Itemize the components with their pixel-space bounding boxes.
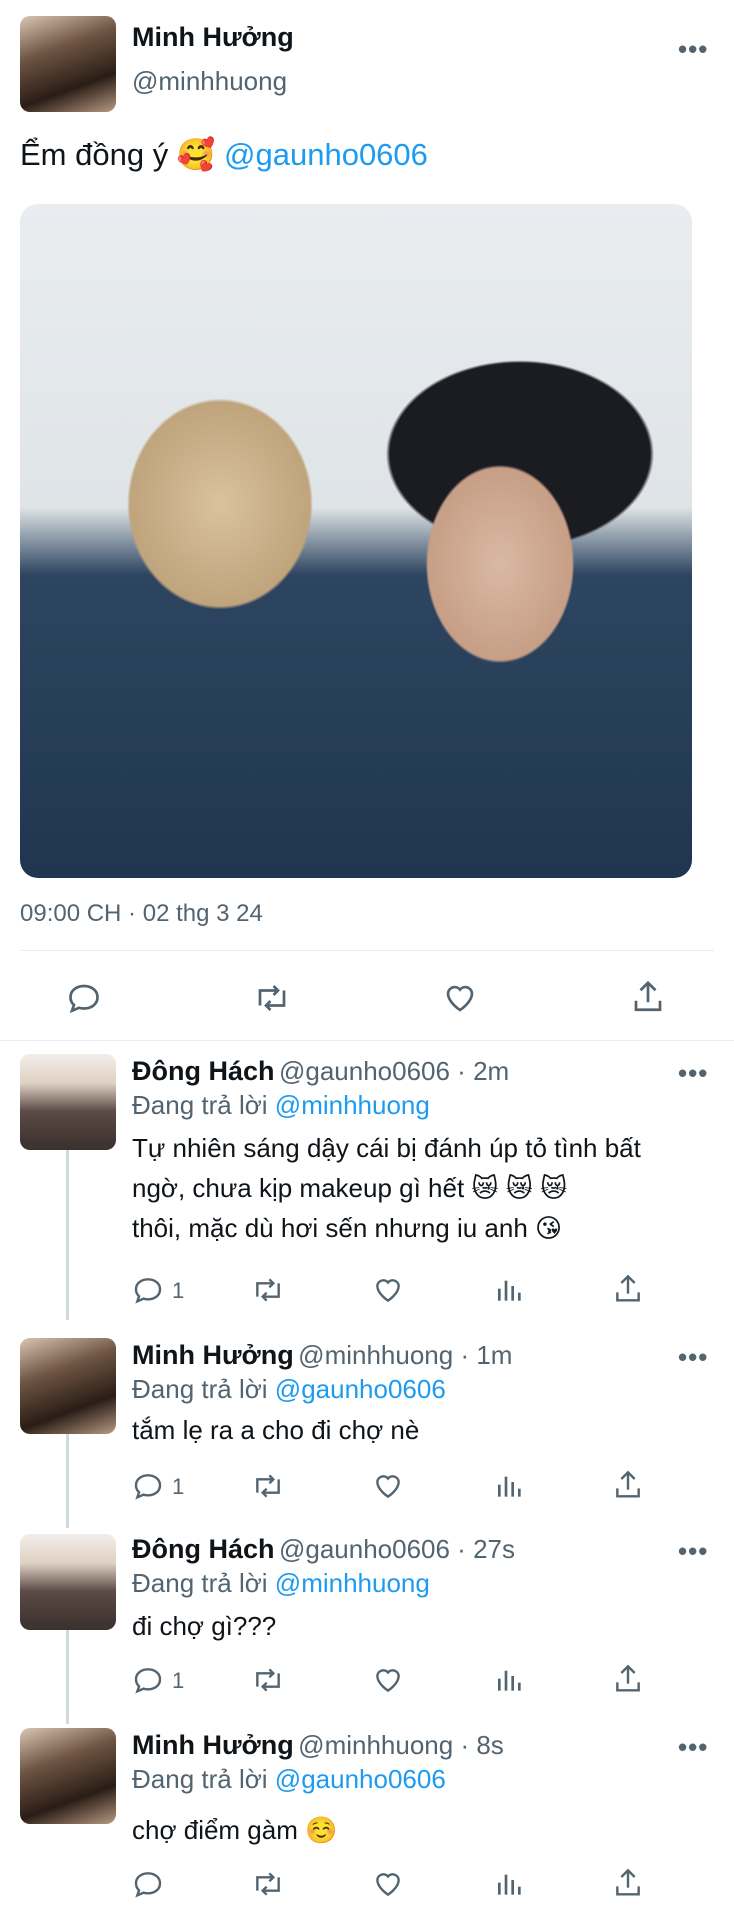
- more-icon[interactable]: •••: [678, 1058, 708, 1089]
- retweet-icon[interactable]: [250, 1470, 286, 1502]
- reply-line: chợ điểm gàm ☺️: [132, 1815, 338, 1845]
- reply-text: chợ điểm gàm ☺️: [132, 1810, 338, 1850]
- mention-link[interactable]: @gaunho0606: [275, 1374, 446, 1404]
- reply-icon[interactable]: [66, 980, 102, 1016]
- tweet-photo[interactable]: [20, 204, 692, 878]
- replying-prefix: Đang trả lời: [132, 1090, 268, 1120]
- share-icon[interactable]: [612, 1272, 644, 1306]
- mention-link[interactable]: @minhhuong: [275, 1090, 430, 1120]
- replying-to: Đang trả lời @gaunho0606: [132, 1374, 446, 1405]
- retweet-icon[interactable]: [250, 1664, 286, 1696]
- replying-to: Đang trả lời @gaunho0606: [132, 1764, 446, 1795]
- avatar[interactable]: [20, 16, 116, 112]
- reply-text: tắm lẹ ra a cho đi chợ nè: [132, 1410, 419, 1450]
- more-icon[interactable]: •••: [678, 1732, 708, 1763]
- reply-count: 1: [172, 1474, 185, 1499]
- mention-link[interactable]: @minhhuong: [275, 1568, 430, 1598]
- analytics-icon[interactable]: [494, 1274, 526, 1306]
- tweet-text-body: Ểm đồng ý 🥰: [20, 137, 216, 172]
- thread-line: [66, 1150, 69, 1320]
- replying-to: Đang trả lời @minhhuong: [132, 1090, 430, 1121]
- avatar[interactable]: [20, 1338, 116, 1434]
- share-icon[interactable]: [612, 1662, 644, 1696]
- avatar[interactable]: [20, 1728, 116, 1824]
- author-meta[interactable]: @minhhuong · 1m: [298, 1340, 512, 1370]
- like-icon[interactable]: [372, 1664, 404, 1696]
- reply-count: 1: [172, 1278, 185, 1303]
- tweet-timestamp[interactable]: 09:00 CH · 02 thg 3 24: [20, 900, 263, 928]
- divider: [0, 1040, 734, 1041]
- more-icon[interactable]: •••: [678, 1536, 708, 1567]
- analytics-icon[interactable]: [494, 1664, 526, 1696]
- thread-line: [66, 1434, 69, 1528]
- reply-header: Minh Hưởng @minhhuong · 1m: [132, 1340, 512, 1371]
- analytics-icon[interactable]: [494, 1868, 526, 1900]
- author-meta[interactable]: @gaunho0606 · 2m: [279, 1056, 509, 1086]
- author-meta[interactable]: @gaunho0606 · 27s: [279, 1534, 515, 1564]
- share-icon[interactable]: [630, 978, 666, 1016]
- share-icon[interactable]: [612, 1866, 644, 1900]
- reply-icon[interactable]: [132, 1274, 164, 1306]
- retweet-icon[interactable]: [252, 980, 292, 1016]
- divider: [20, 950, 714, 951]
- reply-header: Minh Hưởng @minhhuong · 8s: [132, 1730, 504, 1761]
- analytics-icon[interactable]: [494, 1470, 526, 1502]
- author-name[interactable]: Minh Hưởng: [132, 22, 294, 53]
- retweet-icon[interactable]: [250, 1274, 286, 1306]
- mention-link[interactable]: @gaunho0606: [224, 137, 428, 172]
- replying-prefix: Đang trả lời: [132, 1374, 268, 1404]
- like-icon[interactable]: [372, 1274, 404, 1306]
- like-icon[interactable]: [372, 1470, 404, 1502]
- reply-text: đi chợ gì???: [132, 1606, 276, 1646]
- reply-icon[interactable]: [132, 1868, 164, 1900]
- reply-header: Đông Hách @gaunho0606 · 2m: [132, 1056, 509, 1087]
- more-icon[interactable]: •••: [678, 1342, 708, 1373]
- reply-header: Đông Hách @gaunho0606 · 27s: [132, 1534, 515, 1565]
- reply-text: Tự nhiên sáng dậy cái bị đánh úp tỏ tình…: [132, 1128, 641, 1248]
- reply-line: thôi, mặc dù hơi sến nhưng iu anh 😘: [132, 1213, 563, 1243]
- reply-line: tắm lẹ ra a cho đi chợ nè: [132, 1415, 420, 1445]
- reply-icon[interactable]: [132, 1470, 164, 1502]
- author-name[interactable]: Minh Hưởng: [132, 1340, 294, 1370]
- reply-line: đi chợ gì???: [132, 1611, 277, 1641]
- replying-prefix: Đang trả lời: [132, 1764, 268, 1794]
- replying-prefix: Đang trả lời: [132, 1568, 268, 1598]
- more-icon[interactable]: •••: [678, 34, 708, 65]
- like-icon[interactable]: [372, 1868, 404, 1900]
- reply-line: ngờ, chưa kịp makeup gì hết 😿 😿 😿: [132, 1173, 568, 1203]
- like-icon[interactable]: [442, 980, 478, 1016]
- author-name[interactable]: Đông Hách: [132, 1534, 275, 1564]
- avatar[interactable]: [20, 1534, 116, 1630]
- tweet-text: Ểm đồng ý 🥰 @gaunho0606: [20, 136, 428, 173]
- author-name[interactable]: Đông Hách: [132, 1056, 275, 1086]
- reply-line: Tự nhiên sáng dậy cái bị đánh úp tỏ tình…: [132, 1133, 641, 1163]
- reply-icon[interactable]: [132, 1664, 164, 1696]
- replying-to: Đang trả lời @minhhuong: [132, 1568, 430, 1599]
- author-handle[interactable]: @minhhuong: [132, 66, 287, 97]
- retweet-icon[interactable]: [250, 1868, 286, 1900]
- thread-line: [66, 1630, 69, 1724]
- mention-link[interactable]: @gaunho0606: [275, 1764, 446, 1794]
- avatar[interactable]: [20, 1054, 116, 1150]
- author-name[interactable]: Minh Hưởng: [132, 1730, 294, 1760]
- author-meta[interactable]: @minhhuong · 8s: [298, 1730, 504, 1760]
- share-icon[interactable]: [612, 1468, 644, 1502]
- reply-count: 1: [172, 1668, 185, 1693]
